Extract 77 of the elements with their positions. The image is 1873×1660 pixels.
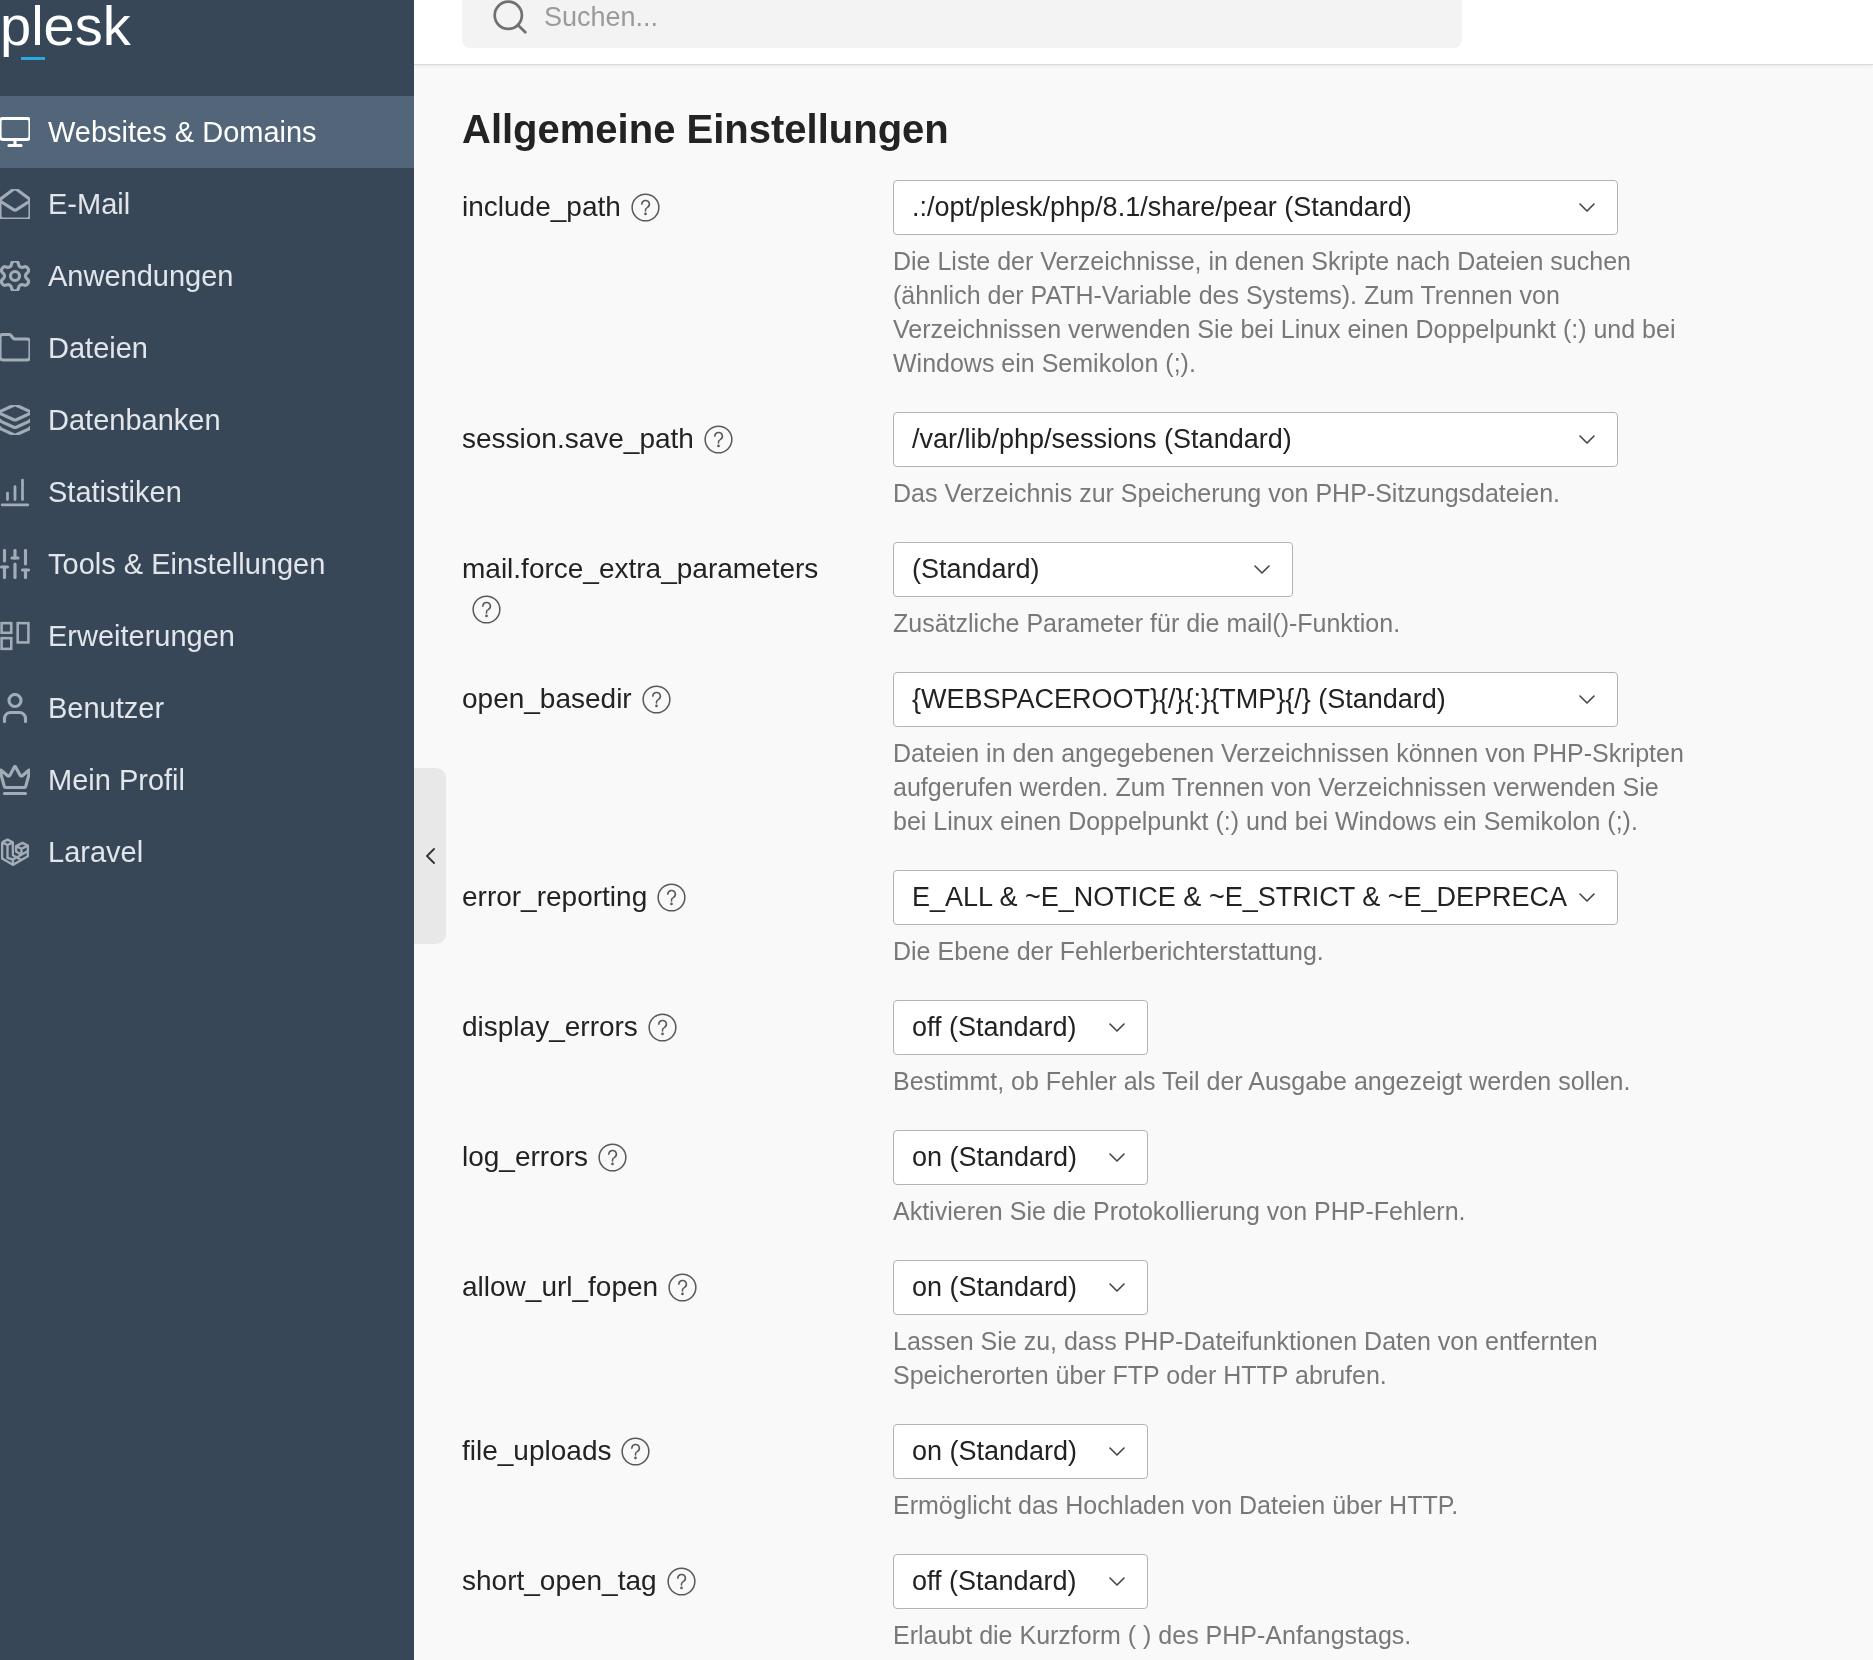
user-icon: [0, 693, 30, 723]
sidebar-item[interactable]: Dateien: [0, 312, 414, 384]
setting-label: display_errors: [462, 1011, 638, 1042]
gear-icon: [0, 261, 30, 291]
help-icon[interactable]: [598, 1143, 628, 1172]
sidebar-item[interactable]: Websites & Domains: [0, 96, 414, 168]
chevron-down-icon: [1109, 1577, 1125, 1586]
dropdown-field[interactable]: on (Standard): [893, 1424, 1148, 1479]
setting-description: Bestimmt, ob Fehler als Teil der Ausgabe angezeigt werden sollen.: [893, 1066, 1631, 1097]
chevron-down-icon: [1109, 1153, 1125, 1162]
sidebar-item[interactable]: Mein Profil: [0, 744, 414, 816]
section-title: Allgemeine Einstellungen: [462, 106, 949, 153]
setting-description: Lassen Sie zu, dass PHP-Dateifunktionen Daten von entfernten Speicherorten über FTP oder HTTP abrufen.: [893, 1326, 1599, 1391]
setting-description: Die Liste der Verzeichnisse, in denen Skripte nach Dateien suchen (ähnlich der PATH-Variable des Systems). Zum Trennen von Verzeichnissen verwenden Sie bei Linux einen Doppelpunkt (:) und bei Windows ein Semikolon (;).: [893, 246, 1677, 379]
chevron-left-icon: [425, 848, 435, 864]
setting-description: Dateien in den angegebenen Verzeichnissen können von PHP-Skripten aufgerufen werden. Zum Trennen von Verzeichnissen verwenden Sie bei Linux einen Doppelpunkt (:) und bei Windows ein Semikolon (;).: [893, 738, 1685, 837]
layers-icon: [0, 405, 30, 435]
bar-chart-icon: [0, 477, 30, 507]
setting-description: Zusätzliche Parameter für die mail()-Funktion.: [893, 608, 1401, 639]
help-icon[interactable]: [703, 425, 733, 454]
envelope-icon: [0, 189, 30, 219]
dropdown-field[interactable]: (Standard): [893, 542, 1293, 597]
dropdown-field[interactable]: .:/opt/plesk/php/8.1/share/pear (Standard): [893, 180, 1618, 235]
plesk-logo[interactable]: plesk: [0, 0, 131, 64]
chevron-down-icon: [1579, 203, 1595, 212]
sliders-icon: [0, 549, 30, 579]
help-icon[interactable]: [657, 883, 687, 912]
dropdown-field[interactable]: {WEBSPACEROOT}{/}{:}{TMP}{/} (Standard): [893, 672, 1618, 727]
setting-label: session.save_path: [462, 423, 694, 454]
blocks-icon: [0, 621, 30, 651]
setting-label: short_open_tag: [462, 1565, 657, 1596]
setting-description: Das Verzeichnis zur Speicherung von PHP-Sitzungsdateien.: [893, 478, 1561, 509]
help-icon[interactable]: [630, 193, 660, 222]
sidebar-item[interactable]: Benutzer: [0, 672, 414, 744]
setting-label: mail.force_extra_parameters: [462, 553, 819, 584]
sidebar-item[interactable]: Anwendungen: [0, 240, 414, 312]
dropdown-field[interactable]: on (Standard): [893, 1130, 1148, 1185]
cubes-icon: [0, 837, 30, 867]
folder-icon: [0, 333, 30, 363]
dropdown-field[interactable]: /var/lib/php/sessions (Standard): [893, 412, 1618, 467]
setting-label: log_errors: [462, 1141, 589, 1172]
sidebar-item[interactable]: Tools & Einstellungen: [0, 528, 414, 600]
chevron-down-icon: [1579, 695, 1595, 704]
setting-label: allow_url_fopen: [462, 1271, 659, 1302]
chevron-down-icon: [1254, 565, 1270, 574]
sidebar-item[interactable]: Erweiterungen: [0, 600, 414, 672]
chevron-down-icon: [1109, 1283, 1125, 1292]
setting-description: Erlaubt die Kurzform ( ) des PHP-Anfangstags.: [893, 1620, 1412, 1651]
setting-label: file_uploads: [462, 1435, 612, 1466]
chevron-down-icon: [1109, 1447, 1125, 1456]
help-icon[interactable]: [621, 1437, 651, 1466]
search-field[interactable]: Suchen...: [462, 0, 1462, 48]
sidebar-item[interactable]: Statistiken: [0, 456, 414, 528]
sidebar-item[interactable]: Datenbanken: [0, 384, 414, 456]
monitor-icon: [0, 117, 30, 147]
setting-description: Die Ebene der Fehlerberichterstattung.: [893, 936, 1324, 967]
search-icon: [493, 0, 527, 34]
setting-label: include_path: [462, 191, 621, 222]
setting-label: error_reporting: [462, 881, 648, 912]
dropdown-field[interactable]: off (Standard): [893, 1554, 1148, 1609]
help-icon[interactable]: [472, 595, 501, 624]
chevron-down-icon: [1109, 1023, 1125, 1032]
chevron-down-icon: [1579, 893, 1595, 902]
setting-label: open_basedir: [462, 683, 632, 714]
sidebar-item[interactable]: E-Mail: [0, 168, 414, 240]
dropdown-field[interactable]: E_ALL & ~E_NOTICE & ~E_STRICT & ~E_DEPRECA: [893, 870, 1618, 925]
help-icon[interactable]: [666, 1567, 696, 1596]
dropdown-field[interactable]: on (Standard): [893, 1260, 1148, 1315]
setting-description: Ermöglicht das Hochladen von Dateien über HTTP.: [893, 1490, 1459, 1521]
dropdown-field[interactable]: off (Standard): [893, 1000, 1148, 1055]
help-icon[interactable]: [641, 685, 671, 714]
crown-icon: [0, 765, 30, 795]
sidebar-item[interactable]: Laravel: [0, 816, 414, 888]
setting-description: Aktivieren Sie die Protokollierung von PHP-Fehlern.: [893, 1196, 1466, 1227]
help-icon[interactable]: [647, 1013, 677, 1042]
chevron-down-icon: [1579, 435, 1595, 444]
help-icon[interactable]: [668, 1273, 698, 1302]
